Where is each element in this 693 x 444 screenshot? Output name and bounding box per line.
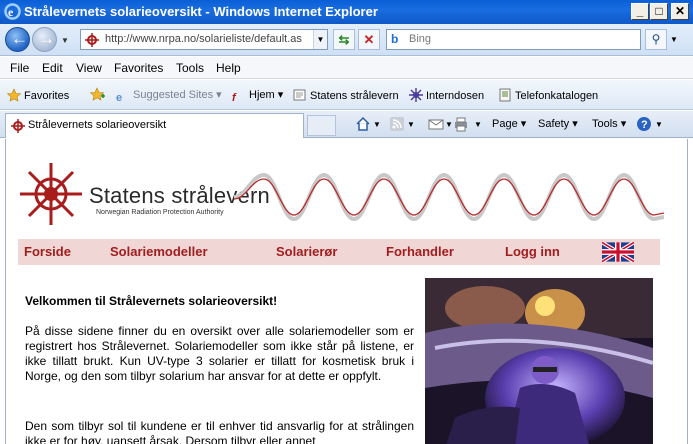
phonebook-icon — [499, 88, 511, 102]
nav-solarieror[interactable]: Solarierør — [276, 244, 337, 259]
feeds-dropdown[interactable]: ▼ — [407, 120, 415, 129]
address-field[interactable]: http://www.nrpa.no/solarieliste/default.… — [80, 29, 328, 50]
stop-button[interactable]: ✕ — [358, 29, 380, 50]
nrpa-logo-icon — [20, 163, 82, 225]
tab-active[interactable]: Strålevernets solarieoversikt — [5, 113, 304, 138]
safety-menu[interactable]: Safety ▾ — [538, 117, 578, 130]
feeds-icon[interactable] — [389, 116, 405, 132]
site-favicon-icon — [85, 33, 99, 47]
fav-link-statens-stralevern[interactable]: Statens strålevern — [293, 88, 399, 102]
search-button[interactable]: ⚲ — [645, 29, 667, 50]
window-title: Strålevernets solarieoversikt - Windows … — [24, 4, 378, 19]
svg-text:?: ? — [641, 119, 648, 131]
page-menu[interactable]: Page ▾ — [492, 117, 526, 130]
mail-icon[interactable] — [428, 116, 444, 132]
intro-paragraph: På disse sidene finner du en oversikt ov… — [25, 324, 414, 383]
help-icon[interactable]: ? — [636, 116, 652, 132]
add-favorite-icon[interactable] — [90, 87, 106, 103]
home-dropdown[interactable]: ▼ — [373, 120, 381, 129]
ie-logo-icon: e — [4, 3, 21, 20]
favorites-button[interactable]: Favorites — [7, 88, 69, 102]
print-icon[interactable] — [453, 116, 469, 132]
star-icon — [7, 88, 21, 102]
fav-link-interndosen[interactable]: Interndosen — [409, 88, 484, 102]
url-text: http://www.nrpa.no/solarieliste/default.… — [105, 33, 302, 45]
tab-favicon-icon — [11, 119, 25, 133]
favorites-bar: Favorites e Suggested Sites ▾ f Hjem ▾ Sta… — [0, 80, 693, 110]
svg-text:e: e — [8, 5, 14, 19]
forward-button[interactable]: → — [32, 27, 57, 52]
web-page: Statens strålevern Norwegian Radiation P… — [5, 139, 688, 444]
responsibility-paragraph: Den som tilbyr sol til kundene er til en… — [25, 419, 414, 444]
hjem-icon: f — [232, 92, 236, 104]
address-dropdown[interactable]: ▼ — [313, 30, 327, 49]
menu-view[interactable]: View — [76, 61, 102, 75]
suggested-sites-link[interactable]: e Suggested Sites ▾ — [116, 88, 222, 106]
fav-link-telefonkatalogen[interactable]: Telefonkatalogen — [498, 88, 598, 102]
nav-forhandler[interactable]: Forhandler — [386, 244, 454, 259]
home-icon[interactable] — [355, 116, 371, 132]
nav-logg-inn[interactable]: Logg inn — [505, 244, 560, 259]
safety-menu-label: Safety — [538, 118, 570, 130]
search-options-dropdown[interactable]: ▼ — [667, 29, 681, 50]
tab-label: Strålevernets solarieoversikt — [28, 119, 167, 131]
fav-link-hjem[interactable]: f Hjem ▾ — [232, 88, 283, 106]
tools-menu[interactable]: Tools ▾ — [592, 117, 626, 130]
menu-tools[interactable]: Tools — [176, 61, 204, 75]
tab-bar: Strålevernets solarieoversikt ▼ ▼ ▼ ▼ Pa… — [0, 111, 693, 138]
stralevern-icon — [293, 89, 306, 101]
title-bar: e Strålevernets solarieoversikt - Window… — [0, 0, 693, 24]
nav-forside[interactable]: Forside — [24, 244, 71, 259]
suggested-sites-label: Suggested Sites — [133, 89, 214, 101]
wave-decoration — [234, 172, 664, 222]
mail-dropdown[interactable]: ▼ — [445, 120, 453, 129]
help-dropdown[interactable]: ▼ — [655, 120, 663, 129]
minimize-button[interactable]: _ — [631, 3, 649, 20]
interndosen-icon — [409, 88, 423, 102]
english-flag-icon[interactable] — [602, 242, 634, 262]
back-button[interactable]: ← — [5, 27, 30, 52]
new-tab-button[interactable] — [307, 115, 336, 136]
search-input[interactable]: b Bing — [386, 29, 641, 50]
nav-solariemodeller[interactable]: Solariemodeller — [110, 244, 208, 259]
print-dropdown[interactable]: ▼ — [474, 120, 482, 129]
close-button[interactable]: ✕ — [671, 3, 689, 20]
maximize-button[interactable]: □ — [650, 3, 668, 20]
welcome-heading: Velkommen til Strålevernets solarieovers… — [25, 294, 278, 308]
bing-icon: b — [391, 32, 399, 46]
fav-link-stralevern-label: Statens strålevern — [310, 90, 399, 102]
menu-help[interactable]: Help — [216, 61, 241, 75]
menu-edit[interactable]: Edit — [42, 61, 63, 75]
refresh-button[interactable]: ⇆ — [333, 29, 355, 50]
solarium-photo — [425, 278, 653, 444]
org-subtitle: Norwegian Radiation Protection Authority — [96, 209, 224, 216]
forward-arrow-icon: → — [38, 29, 55, 48]
fav-link-hjem-label: Hjem — [249, 89, 275, 101]
search-placeholder: Bing — [409, 33, 432, 45]
ie-small-icon: e — [116, 92, 123, 104]
menu-file[interactable]: File — [10, 61, 29, 75]
recent-pages-dropdown[interactable]: ▼ — [61, 36, 69, 45]
menu-favorites[interactable]: Favorites — [114, 61, 163, 75]
address-row: ← → ▼ http://www.nrpa.no/solarieliste/de… — [0, 24, 693, 56]
tools-menu-label: Tools — [592, 118, 618, 130]
site-nav: Forside Solariemodeller Solarierør Forha… — [18, 239, 660, 265]
fav-link-telefonkatalogen-label: Telefonkatalogen — [515, 90, 599, 102]
menu-bar: File Edit View Favorites Tools Help — [0, 57, 693, 79]
back-arrow-icon: ← — [11, 29, 28, 48]
fav-link-interndosen-label: Interndosen — [426, 90, 485, 102]
page-menu-label: Page — [492, 118, 518, 130]
favorites-label: Favorites — [24, 90, 70, 102]
